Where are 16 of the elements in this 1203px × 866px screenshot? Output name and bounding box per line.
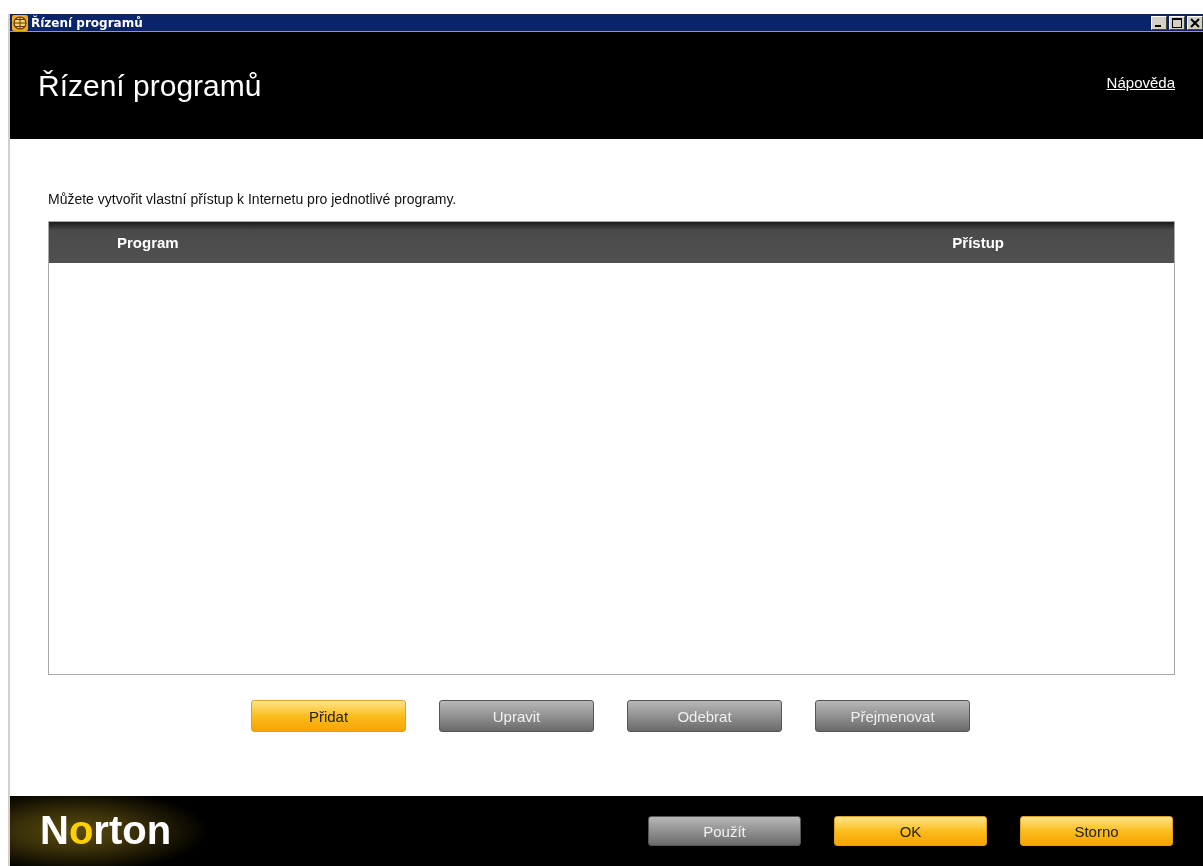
column-header: Program (117, 234, 179, 251)
globe-icon (12, 14, 28, 31)
description-text: Můžete vytvořit vlastní přístup k Internetu pro jednotlivé programy. (48, 191, 458, 207)
minimize-button[interactable] (1151, 15, 1167, 30)
close-icon (1190, 17, 1200, 28)
window-title: Řízení programů (31, 15, 143, 30)
action-button[interactable]: Přidat (251, 700, 406, 732)
maximize-icon (1172, 17, 1182, 28)
maximize-button[interactable] (1169, 15, 1185, 30)
help-link[interactable]: Nápověda (1106, 74, 1175, 91)
dialog-button[interactable]: OK (834, 816, 987, 846)
dialog-button[interactable]: Storno (1020, 816, 1173, 846)
page-title: Řízení programů (38, 68, 262, 103)
column-header: Přístup (952, 234, 1004, 251)
close-button[interactable] (1187, 15, 1203, 30)
minimize-icon (1154, 24, 1161, 27)
